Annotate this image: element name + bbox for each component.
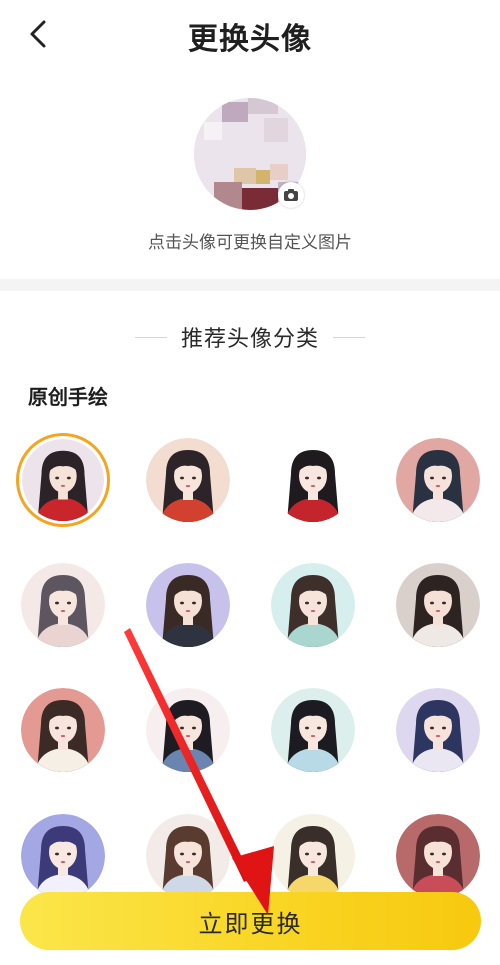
avatar-option[interactable] [146,438,230,522]
avatar-option-image [396,688,480,772]
confirm-change-button[interactable]: 立即更换 [20,892,481,950]
avatar-option[interactable] [21,688,105,772]
confirm-change-label: 立即更换 [198,909,303,938]
avatar-option[interactable] [271,563,355,647]
avatar-option-image [396,563,480,647]
avatar-option-image [396,814,480,898]
avatar-option-image [146,563,230,647]
avatar-option[interactable] [396,563,480,647]
avatar-option-image [396,438,480,522]
avatar-option[interactable] [16,433,110,527]
avatar-option-image [146,688,230,772]
avatar-option-image [271,563,355,647]
avatar-option[interactable] [21,814,105,898]
avatar-option[interactable] [146,814,230,898]
avatar-option-image [21,814,105,898]
avatar-option[interactable] [271,438,355,522]
avatar-option[interactable] [396,438,480,522]
avatar-option-image [22,439,104,521]
avatar-option[interactable] [146,688,230,772]
avatar-option-image [146,438,230,522]
avatar-option-image [271,688,355,772]
avatar-option-image [271,814,355,898]
avatar-grid [0,0,500,965]
avatar-option[interactable] [271,814,355,898]
avatar-option[interactable] [146,563,230,647]
avatar-option-image [271,438,355,522]
avatar-option[interactable] [396,814,480,898]
avatar-option[interactable] [21,563,105,647]
avatar-option[interactable] [396,688,480,772]
avatar-option-image [21,563,105,647]
avatar-option-image [21,688,105,772]
avatar-option-image [146,814,230,898]
avatar-option[interactable] [271,688,355,772]
